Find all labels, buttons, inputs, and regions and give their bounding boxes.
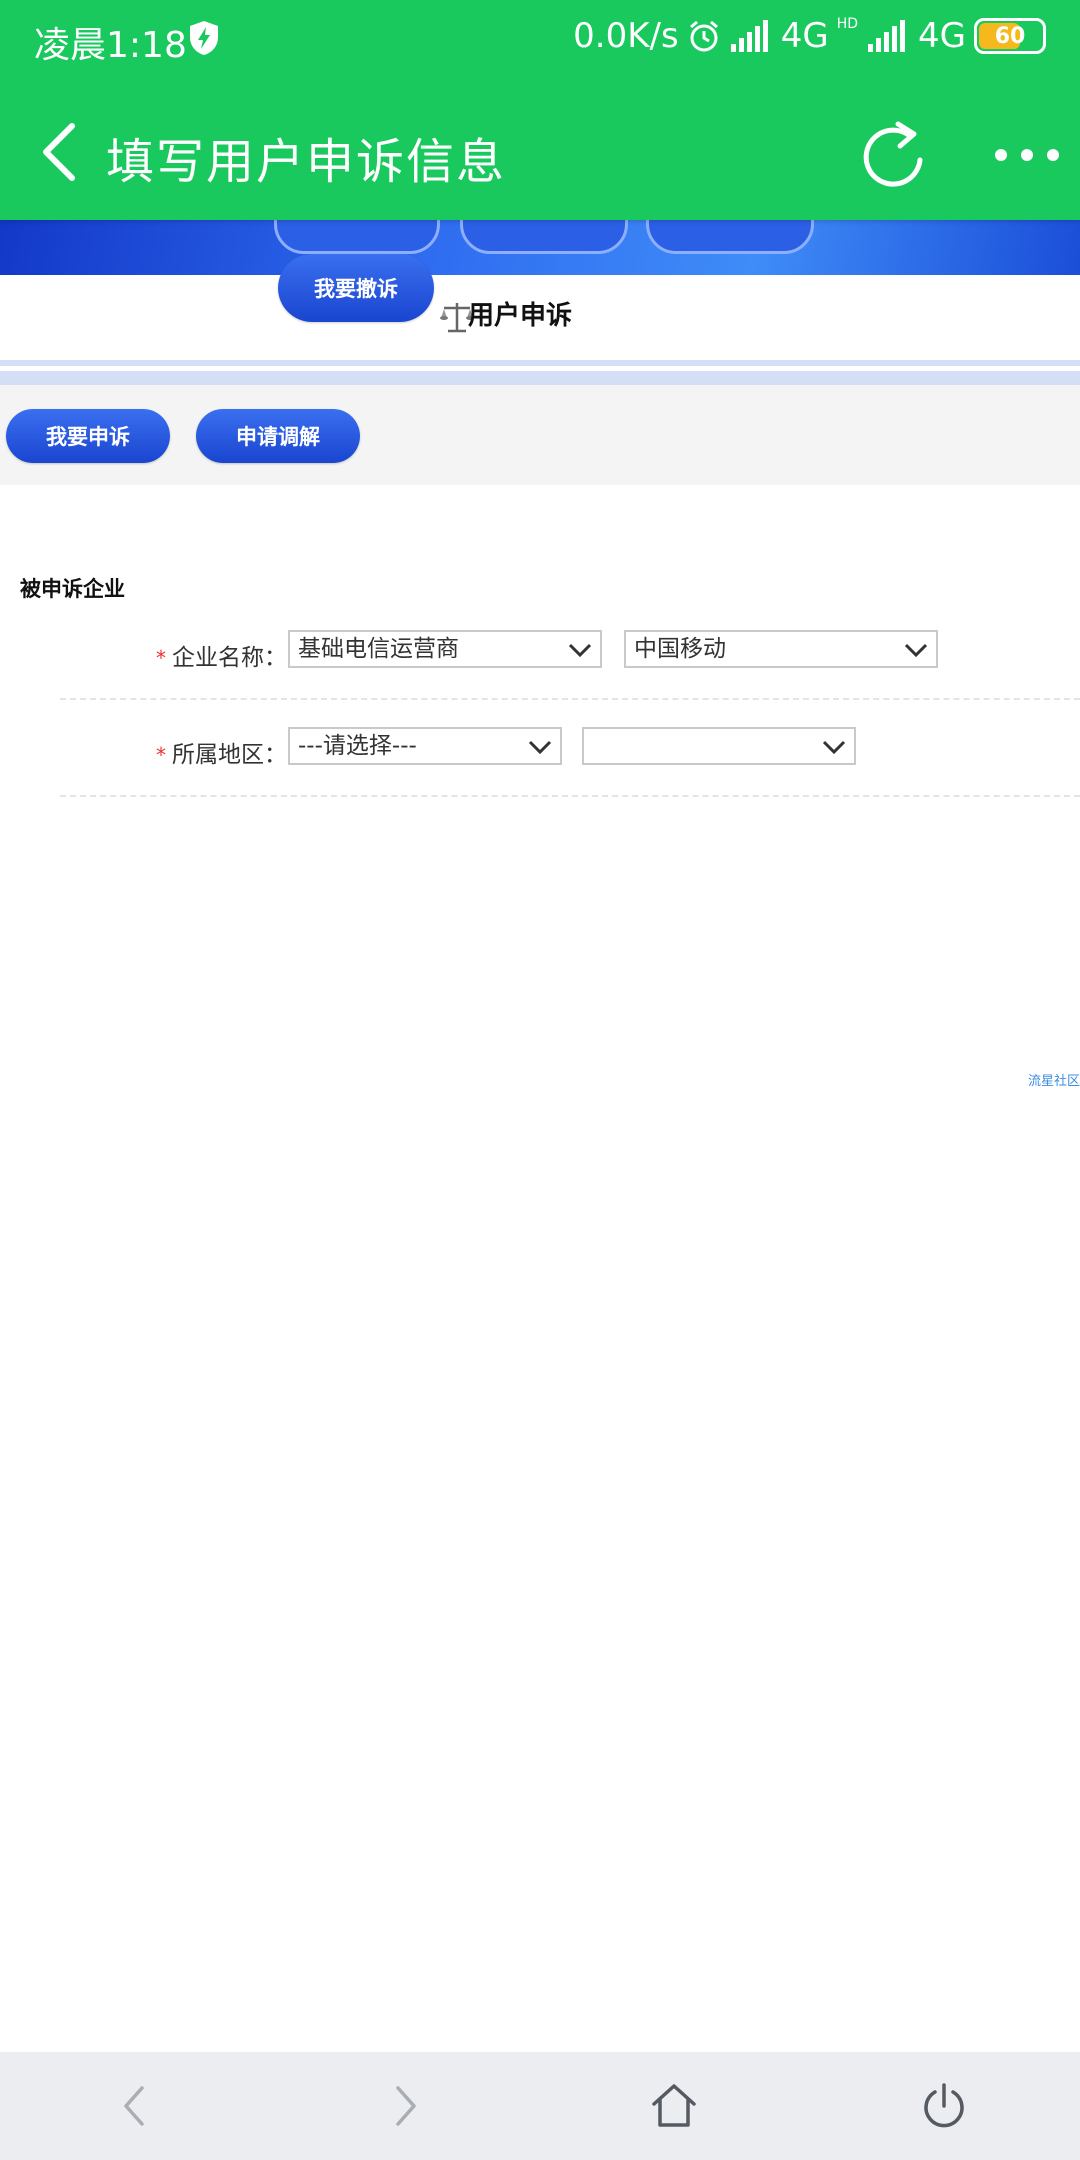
withdraw-button[interactable]: 我要撤诉 [278, 254, 434, 322]
company-name-select[interactable]: 中国移动 [624, 630, 938, 668]
chevron-left-icon[interactable] [38, 122, 78, 182]
divider [0, 360, 1080, 366]
community-link[interactable]: 流星社区 [1028, 1070, 1080, 1089]
arrow-right-icon[interactable] [380, 2082, 428, 2130]
region-label-text: 所属地区： [172, 742, 287, 768]
province-value: ---请选择--- [298, 733, 417, 759]
alarm-clock-icon [689, 20, 718, 52]
required-mark: * [156, 743, 166, 767]
chevron-down-icon [904, 643, 928, 658]
hd-badge: HD [836, 16, 859, 32]
region-label: * 所属地区： [156, 735, 287, 769]
city-select[interactable] [582, 727, 856, 765]
battery-level: 60 [994, 23, 1026, 49]
network-speed: 0.0K/s [573, 16, 679, 56]
signal-icon [730, 20, 768, 52]
status-bar: 凌晨1:18 0.0K/s 4G HD 4G 60 [0, 0, 1080, 80]
section-title: 被申诉企业 [20, 577, 125, 601]
refresh-icon[interactable] [858, 118, 928, 192]
battery-icon: 60 [974, 18, 1046, 54]
network-type-2: 4G [918, 16, 966, 56]
company-label: * 企业名称： [156, 638, 287, 672]
row-divider [60, 795, 1080, 797]
app-bar: 填写用户申诉信息 [0, 100, 1080, 210]
company-type-select[interactable]: 基础电信运营商 [288, 630, 602, 668]
page-title: 填写用户申诉信息 [106, 134, 507, 190]
arrow-left-icon[interactable] [112, 2082, 160, 2130]
row-divider [60, 698, 1080, 700]
status-time: 凌晨1:18 [34, 25, 187, 66]
divider [0, 371, 1080, 385]
signal-icon-2 [868, 20, 906, 52]
power-icon[interactable] [920, 2082, 968, 2130]
province-select[interactable]: ---请选择--- [288, 727, 562, 765]
home-icon[interactable] [650, 2082, 698, 2130]
company-label-text: 企业名称： [172, 645, 287, 671]
top-bar: 凌晨1:18 0.0K/s 4G HD 4G 60 填写用户申诉信息 [0, 0, 1080, 220]
mediation-button[interactable]: 申请调解 [196, 409, 360, 463]
tab-user-complaint[interactable]: 用户申诉 [468, 295, 572, 332]
company-name-value: 中国移动 [634, 636, 726, 662]
more-dots-icon[interactable] [992, 146, 1062, 164]
complain-button[interactable]: 我要申诉 [6, 409, 170, 463]
browser-nav-bar [0, 2052, 1080, 2160]
chevron-down-icon [528, 740, 552, 755]
shield-lightning-icon [190, 21, 218, 55]
required-mark: * [156, 646, 166, 670]
network-type-1: 4G [780, 16, 829, 56]
chevron-down-icon [822, 740, 846, 755]
chevron-down-icon [568, 643, 592, 658]
status-right: 0.0K/s 4G HD 4G 60 [573, 16, 1046, 56]
company-type-value: 基础电信运营商 [298, 636, 459, 662]
